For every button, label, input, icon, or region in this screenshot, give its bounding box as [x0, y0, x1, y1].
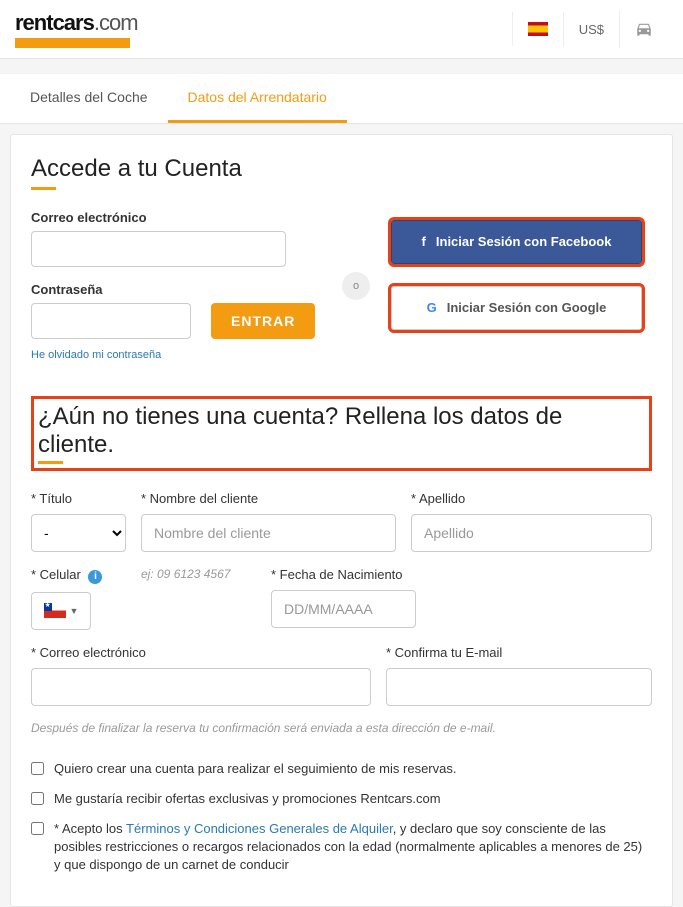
title-underline: [31, 187, 56, 190]
email-note: Después de finalizar la reserva tu confi…: [31, 721, 652, 735]
car-icon: [635, 20, 653, 38]
create-account-checkbox[interactable]: [31, 762, 44, 775]
logo-text-com: .com: [94, 10, 138, 35]
google-login-button[interactable]: G Iniciar Sesión con Google: [391, 286, 642, 330]
flag-chile-icon: [44, 603, 66, 618]
name-field-label: * Nombre del cliente: [141, 491, 396, 506]
header: rentcars.com US$: [0, 0, 683, 59]
terms-label: * Acepto los Términos y Condiciones Gene…: [54, 820, 652, 875]
title-field-label: * Título: [31, 491, 126, 506]
offers-checkbox[interactable]: [31, 792, 44, 805]
email-label: Correo electrónico: [31, 210, 321, 225]
create-account-checkbox-row[interactable]: Quiero crear una cuenta para realizar el…: [31, 760, 652, 778]
signup-title: ¿Aún no tienes una cuenta? Rellena los d…: [38, 403, 645, 459]
mobile-field-label: * Celular i: [31, 567, 126, 584]
email2-field-label: * Correo electrónico: [31, 645, 371, 660]
create-account-label: Quiero crear una cuenta para realizar el…: [54, 760, 456, 778]
email2-input[interactable]: [31, 668, 371, 706]
phone-country-select[interactable]: ▼: [31, 592, 91, 630]
terms-checkbox-row[interactable]: * Acepto los Términos y Condiciones Gene…: [31, 820, 652, 875]
language-selector[interactable]: [512, 12, 563, 46]
info-icon[interactable]: i: [88, 570, 102, 584]
facebook-icon: f: [422, 234, 426, 249]
currency-label: US$: [579, 22, 604, 37]
logo[interactable]: rentcars.com: [15, 10, 512, 48]
offers-label: Me gustaría recibir ofertas exclusivas y…: [54, 790, 441, 808]
login-title: Accede a tu Cuenta: [31, 155, 652, 183]
enter-button[interactable]: ENTRAR: [211, 303, 315, 339]
dob-field-label: * Fecha de Nacimiento: [271, 567, 416, 582]
terms-checkbox[interactable]: [31, 822, 44, 835]
terms-link[interactable]: Términos y Condiciones Generales de Alqu…: [126, 821, 393, 836]
confirm-email-field-label: * Confirma tu E-mail: [386, 645, 652, 660]
signup-title-underline: [38, 461, 63, 464]
title-select[interactable]: -: [31, 514, 126, 552]
email-input[interactable]: [31, 231, 286, 267]
google-label: Iniciar Sesión con Google: [447, 300, 607, 315]
logo-text-rent: rent: [15, 10, 53, 35]
forgot-password-link[interactable]: He olvidado mi contraseña: [31, 349, 321, 361]
chevron-down-icon: ▼: [70, 606, 79, 616]
confirm-email-input[interactable]: [386, 668, 652, 706]
or-divider: o: [342, 272, 370, 300]
surname-input[interactable]: [411, 514, 652, 552]
logo-text-cars: cars: [53, 10, 94, 35]
tabs: Detalles del Coche Datos del Arrendatari…: [0, 74, 683, 124]
surname-field-label: * Apellido: [411, 491, 652, 506]
tab-car-details[interactable]: Detalles del Coche: [10, 74, 168, 123]
car-menu[interactable]: [619, 10, 668, 48]
flag-spain-icon: [528, 22, 548, 36]
logo-underline: [15, 38, 130, 48]
dob-input[interactable]: [271, 590, 416, 628]
google-icon: G: [427, 300, 437, 315]
main-panel: Accede a tu Cuenta Correo electrónico Co…: [10, 134, 673, 907]
name-input[interactable]: [141, 514, 396, 552]
tab-renter-data[interactable]: Datos del Arrendatario: [168, 74, 347, 123]
offers-checkbox-row[interactable]: Me gustaría recibir ofertas exclusivas y…: [31, 790, 652, 808]
facebook-label: Iniciar Sesión con Facebook: [436, 234, 612, 249]
signup-title-highlight: ¿Aún no tienes una cuenta? Rellena los d…: [31, 396, 652, 471]
facebook-login-button[interactable]: f Iniciar Sesión con Facebook: [391, 220, 642, 264]
currency-selector[interactable]: US$: [563, 12, 619, 47]
password-label: Contraseña: [31, 282, 321, 297]
password-input[interactable]: [31, 303, 191, 339]
mobile-hint: ej: 09 6123 4567: [141, 567, 256, 581]
